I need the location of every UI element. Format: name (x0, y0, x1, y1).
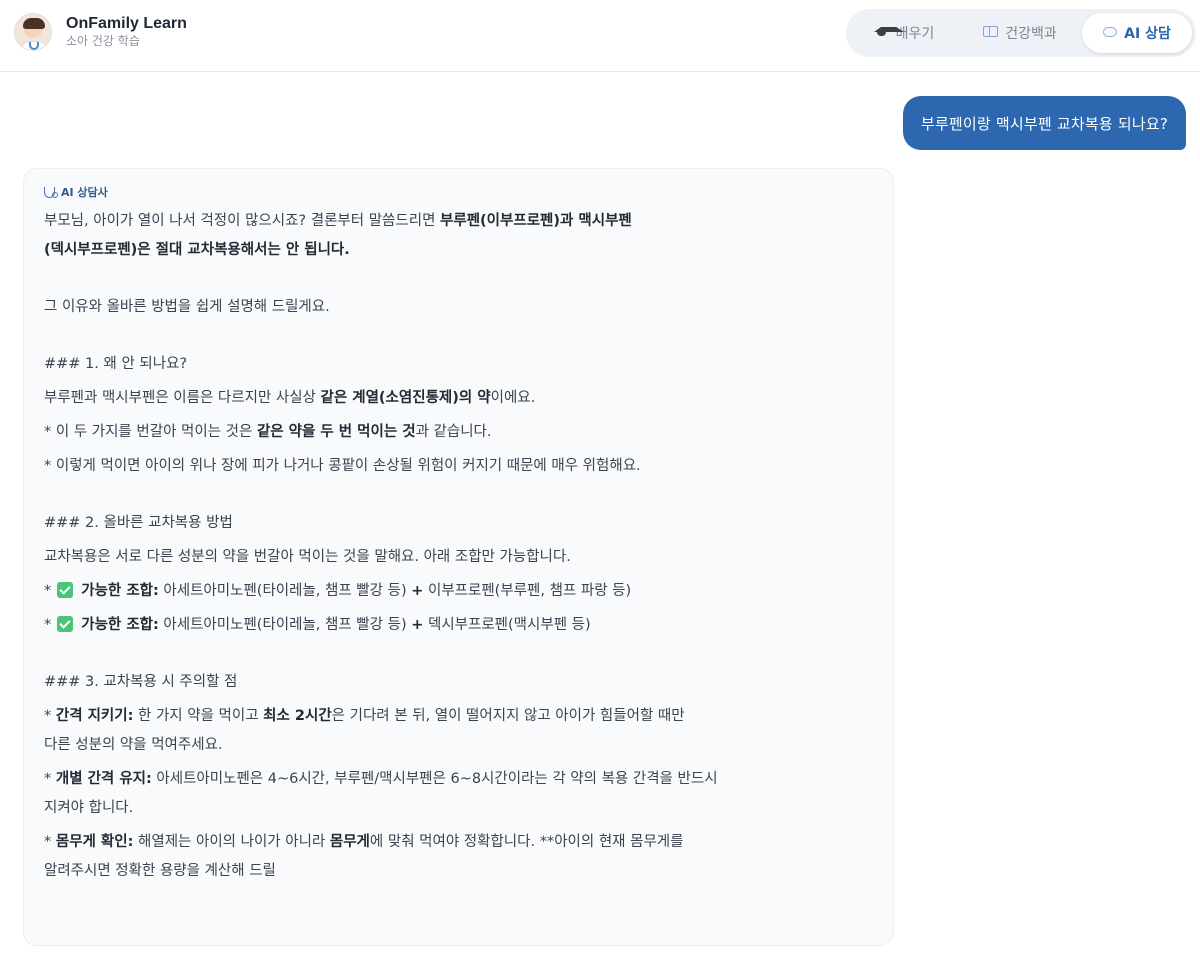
ai-message-body: 부모님, 아이가 열이 나서 걱정이 많으시죠? 결론부터 말씀드리면 부루펜(… (44, 207, 871, 886)
section-heading: ### 3. 교차복용 시 주의할 점 (44, 674, 238, 690)
check-icon (57, 582, 74, 598)
list-item: 교차복용은 서로 다른 성분의 약을 번갈아 먹이는 것을 말해요. 아래 조합… (44, 549, 571, 565)
list-item: * 몸무게 확인: 해열제는 아이의 나이가 아니라 몸무게에 맞춰 먹여야 정… (44, 828, 871, 857)
text: * 이 두 가지를 번갈아 먹이는 것은 (44, 424, 257, 440)
paragraph-line: 그 이유와 올바른 방법을 쉽게 설명해 드릴게요. (44, 299, 330, 315)
ai-label: AI 상담사 (44, 183, 871, 201)
bold-text: 개별 간격 유지: (55, 771, 152, 787)
chat-area: 부루펜이랑 맥시부펜 교차복용 되나요? AI 상담사 부모님, 아이가 열이 … (0, 72, 1200, 965)
list-item: * 이 두 가지를 번갈아 먹이는 것은 같은 약을 두 번 먹이는 것과 같습… (44, 418, 871, 447)
list-item: * 이렇게 먹이면 아이의 위나 장에 피가 나거나 콩팥이 손상될 위험이 커… (44, 458, 641, 474)
tab-ai-consult[interactable]: AI 상담 (1082, 13, 1192, 53)
bold-text: 가능한 조합: (81, 617, 159, 633)
text: 아세트아미노펜은 4~6시간, 부루펜/맥시부펜은 6~8시간이라는 각 약의 … (151, 771, 718, 787)
bold-text: 가능한 조합: (81, 583, 159, 599)
text: * (44, 771, 56, 787)
list-item: 부루펜과 맥시부펜은 이름은 다르지만 사실상 같은 계열(소염진통제)의 약이… (44, 384, 871, 413)
tab-health-encyclopedia[interactable]: 건강백과 (958, 13, 1082, 53)
doctor-avatar-icon (14, 13, 52, 51)
bold-text: (덱시부프로펜)은 절대 교차복용해서는 안 됩니다. (44, 242, 350, 258)
list-item: * 가능한 조합: 아세트아미노펜(타이레놀, 챔프 빨강 등) + 덱시부프로펜… (44, 611, 871, 640)
bold-text: 같은 계열(소염진통제)의 약 (320, 390, 491, 406)
app-subtitle: 소아 건강 학습 (66, 34, 140, 48)
bold-text: + (411, 583, 424, 599)
brand[interactable]: OnFamily Learn 소아 건강 학습 (14, 13, 187, 51)
bold-text: 몸무게 확인: (55, 834, 134, 850)
text: 아세트아미노펜(타이레놀, 챔프 빨강 등) (158, 617, 412, 633)
main-nav: 배우기 건강백과 AI 상담 (846, 9, 1196, 57)
text: * (44, 834, 56, 850)
text: 이에요. (490, 390, 536, 406)
text: * (44, 617, 52, 633)
check-icon (57, 616, 74, 632)
paragraph-line: 부모님, 아이가 열이 나서 걱정이 많으시죠? 결론부터 말씀드리면 부루펜(… (44, 207, 871, 236)
ai-response-card: AI 상담사 부모님, 아이가 열이 나서 걱정이 많으시죠? 결론부터 말씀드… (23, 168, 894, 946)
list-item: * 가능한 조합: 아세트아미노펜(타이레놀, 챔프 빨강 등) + 이부프로펜(… (44, 577, 871, 606)
bold-text: 몸무게 (329, 834, 370, 850)
text: * (44, 708, 56, 724)
tab-learn[interactable]: 배우기 (850, 13, 958, 53)
list-item-continued: 다른 성분의 약을 먹여주세요. (44, 737, 223, 753)
app-title: OnFamily Learn (66, 15, 187, 32)
list-item: * 간격 지키기: 한 가지 약을 먹이고 최소 2시간은 기다려 본 뒤, 열… (44, 702, 871, 731)
user-message-text: 부루펜이랑 맥시부펜 교차복용 되나요? (920, 114, 1168, 133)
bold-text: 간격 지키기: (55, 708, 134, 724)
text: 부모님, 아이가 열이 나서 걱정이 많으시죠? 결론부터 말씀드리면 (44, 213, 441, 229)
user-message-bubble: 부루펜이랑 맥시부펜 교차복용 되나요? (902, 96, 1186, 150)
text: 에 맞춰 먹여야 정확합니다. **아이의 현재 몸무게를 (369, 834, 684, 850)
app-header: OnFamily Learn 소아 건강 학습 배우기 건강백과 AI 상담 (0, 0, 1200, 72)
list-item-continued: 알려주시면 정확한 용량을 계산해 드릴 (44, 863, 276, 879)
text: * (44, 583, 52, 599)
tab-health-encyclopedia-label: 건강백과 (1005, 26, 1057, 42)
text: 덱시부프로펜(맥시부펜 등) (423, 617, 591, 633)
tab-ai-consult-label: AI 상담 (1124, 26, 1171, 42)
bold-text: 부루펜(이부프로펜)과 맥시부펜 (440, 213, 632, 229)
text: 이부프로펜(부루펜, 챔프 파랑 등) (423, 583, 632, 599)
section-heading: ### 2. 올바른 교차복용 방법 (44, 515, 233, 531)
bold-text: 최소 2시간 (263, 708, 332, 724)
text: 과 같습니다. (415, 424, 492, 440)
text: 아세트아미노펜(타이레놀, 챔프 빨강 등) (158, 583, 412, 599)
ai-label-text: AI 상담사 (61, 186, 108, 199)
section-heading: ### 1. 왜 안 되나요? (44, 356, 188, 372)
text: 한 가지 약을 먹이고 (133, 708, 264, 724)
graduation-cap-icon (873, 26, 904, 41)
stethoscope-icon (44, 186, 58, 198)
text: 부루펜과 맥시부펜은 이름은 다르지만 사실상 (44, 390, 321, 406)
bold-text: 같은 약을 두 번 먹이는 것 (256, 424, 416, 440)
text: 은 기다려 본 뒤, 열이 떨어지지 않고 아이가 힘들어할 때만 (331, 708, 685, 724)
paragraph-line: (덱시부프로펜)은 절대 교차복용해서는 안 됩니다. (44, 236, 871, 265)
text: 해열제는 아이의 나이가 아니라 (133, 834, 330, 850)
list-item: * 개별 간격 유지: 아세트아미노펜은 4~6시간, 부루펜/맥시부펜은 6~… (44, 765, 871, 794)
list-item-continued: 지켜야 합니다. (44, 800, 134, 816)
bold-text: + (411, 617, 424, 633)
book-icon (983, 25, 999, 41)
speech-bubble-icon (1103, 26, 1118, 41)
